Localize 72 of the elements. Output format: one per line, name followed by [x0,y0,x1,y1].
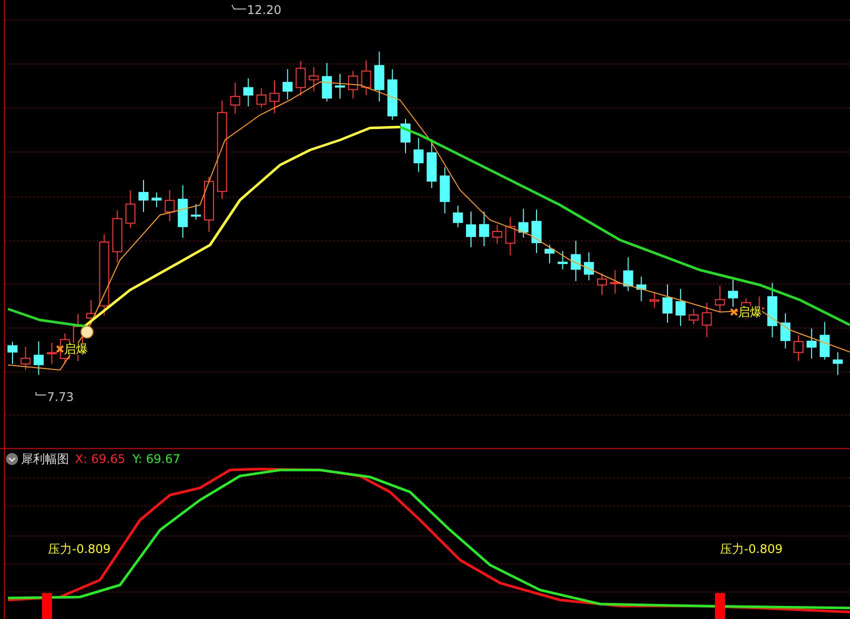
candlestick [335,73,345,99]
low-price-label: 7.73 [47,389,74,406]
candlestick [806,328,817,360]
candlestick [794,334,804,362]
candlestick [558,250,568,270]
candlestick [649,292,660,308]
cross-icon [730,308,738,316]
candlestick [348,70,358,99]
candlestick [152,192,162,208]
candlestick [138,180,148,212]
candlestick [322,62,332,102]
candlestick [728,279,738,308]
y-reading: Y: 69.67 [132,451,180,468]
candlestick [440,166,450,214]
candlestick [296,60,306,96]
candlestick [86,299,96,326]
signal-label: 启爆 [738,306,762,318]
candlestick [374,51,384,102]
candlestick [832,352,843,376]
signal-bar [42,593,52,619]
candlestick [688,308,699,325]
candlestick [125,190,136,228]
candlestick [714,285,725,313]
candlestick [256,88,266,108]
signal-bar [715,593,725,619]
candlestick [426,138,437,189]
candlestick [518,208,528,238]
candlestick [164,190,175,222]
candlestick [702,302,712,338]
candlestick [597,272,607,296]
candlestick [34,340,44,376]
candlestick [8,341,18,364]
candlestick [532,209,542,254]
candlestick [479,211,490,247]
candlestick [623,256,634,292]
candlestick [414,137,424,173]
candlestick [308,66,319,92]
candlestick [492,224,502,244]
candlestick [112,210,122,264]
candlestick [505,216,516,256]
candlestick [204,176,214,232]
candlestick [820,321,830,360]
signal-label: 启爆 [64,343,88,355]
candlestick [243,78,254,107]
candlestick [636,276,646,302]
indicator-title: 犀利幅图 [21,451,69,468]
candlestick [780,312,790,349]
high-price-label: 12.20 [247,2,282,19]
candlestick [282,68,293,100]
candlestick [767,282,778,338]
pressure-label: 压力-0.809 [720,541,783,558]
candlestick [190,204,201,220]
candlestick [676,288,686,326]
candlestick [387,68,398,120]
candlestick [361,60,372,96]
candlestick [610,270,620,294]
pressure-label: 压力-0.809 [48,541,111,558]
candlestick [544,244,555,264]
candlestick [178,184,188,238]
candlestick [570,240,581,282]
candlestick [46,342,57,365]
candlestick [270,80,280,114]
x-reading: X: 69.65 [75,451,126,468]
candlestick [584,252,594,281]
candlestick [400,118,410,154]
candlestick [230,82,240,114]
candlestick [662,284,672,324]
candlestick [466,211,476,248]
collapse-icon[interactable] [6,453,18,465]
candlestick [20,346,31,370]
cross-icon [56,345,64,353]
candlestick [452,205,463,228]
